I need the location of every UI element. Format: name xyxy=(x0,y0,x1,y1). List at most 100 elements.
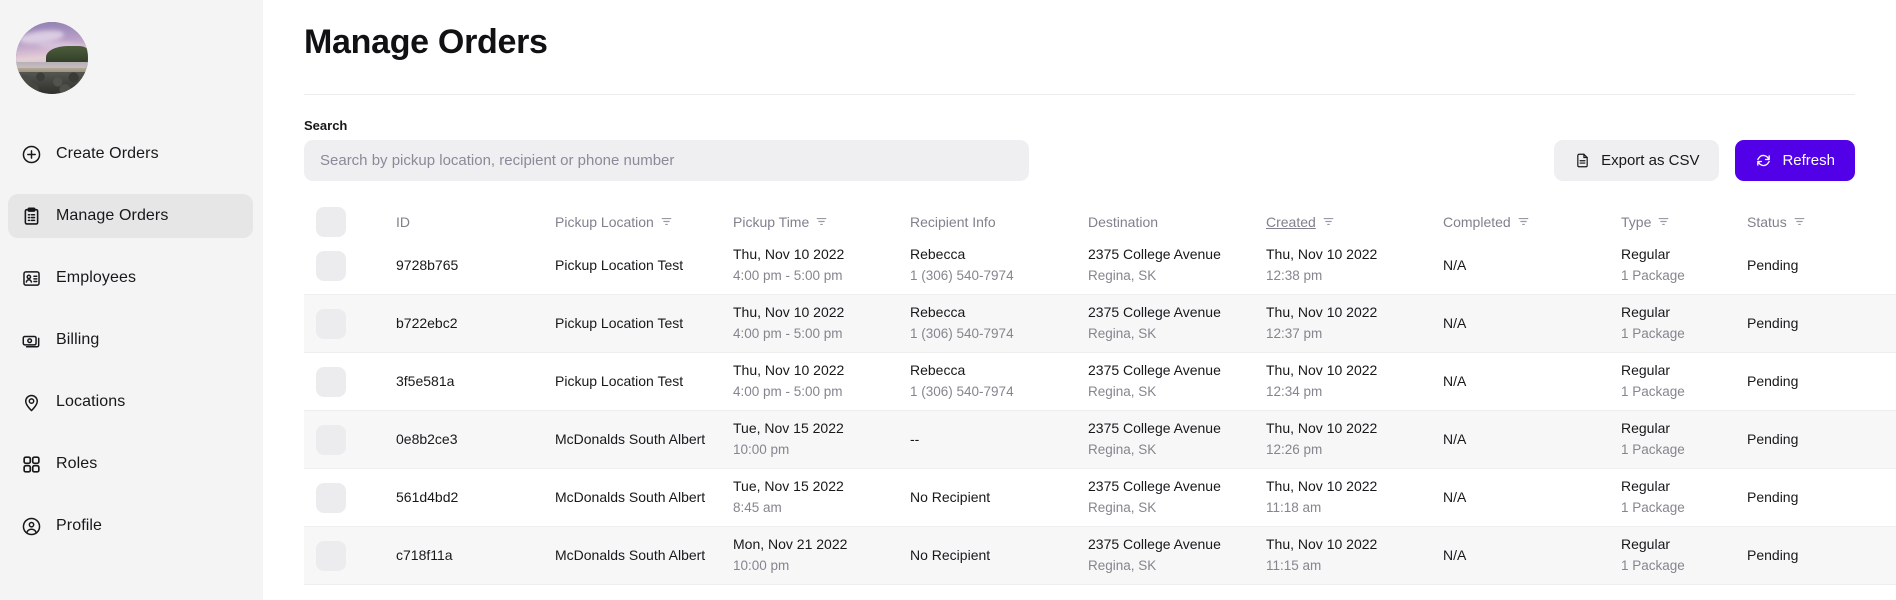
export-as-csv-button[interactable]: Export as CSV xyxy=(1554,140,1720,181)
cell-pickup-time: Tue, Nov 15 2022 10:00 pm xyxy=(733,419,910,459)
column-header-type[interactable]: Type xyxy=(1621,213,1747,232)
cell-destination-primary: 2375 College Avenue xyxy=(1088,304,1221,321)
cell-pickup-time-secondary: 10:00 pm xyxy=(733,442,790,458)
row-select-cell xyxy=(304,308,396,339)
sidebar-item-label: Roles xyxy=(56,455,98,472)
cell-destination-secondary: Regina, SK xyxy=(1088,268,1157,284)
cell-recipient-info: -- xyxy=(910,430,1088,449)
table-row[interactable]: c718f11a McDonalds South Albert Mon, Nov 2… xyxy=(304,527,1896,585)
cell-pickup-time: Thu, Nov 10 2022 4:00 pm - 5:00 pm xyxy=(733,361,910,401)
cell-pickup-location: Pickup Location Test xyxy=(555,372,733,391)
cell-type: Regular 1 Package xyxy=(1621,419,1747,459)
search-input[interactable] xyxy=(304,140,1029,181)
cell-pickup-location: Pickup Location Test xyxy=(555,256,733,275)
filter-icon[interactable] xyxy=(1657,215,1670,228)
cell-destination-secondary: Regina, SK xyxy=(1088,500,1157,516)
filter-icon[interactable] xyxy=(1517,215,1530,228)
row-select-checkbox[interactable] xyxy=(316,424,346,455)
filter-icon[interactable] xyxy=(815,215,828,228)
sidebar-item-label: Employees xyxy=(56,269,137,286)
cell-status-primary: Pending xyxy=(1747,257,1799,274)
avatar[interactable] xyxy=(16,22,88,94)
export-as-csv-label: Export as CSV xyxy=(1601,152,1700,169)
cell-created: Thu, Nov 10 2022 12:26 pm xyxy=(1266,419,1443,459)
column-header-status[interactable]: Status xyxy=(1747,213,1896,232)
cell-pickup-time-secondary: 4:00 pm - 5:00 pm xyxy=(733,384,843,400)
column-header-destination[interactable]: Destination xyxy=(1088,213,1266,232)
table-row[interactable]: 3f5e581a Pickup Location Test Thu, Nov 10 … xyxy=(304,353,1896,411)
sidebar-item-profile[interactable]: Profile xyxy=(8,504,253,548)
cell-pickup-time: Mon, Nov 21 2022 10:00 pm xyxy=(733,535,910,575)
cell-recipient-info-secondary: 1 (306) 540-7974 xyxy=(910,268,1014,284)
cell-type-primary: Regular xyxy=(1621,246,1671,263)
cell-pickup-location-primary: McDonalds South Albert xyxy=(555,547,706,564)
cell-status-primary: Pending xyxy=(1747,489,1799,506)
cell-pickup-location-primary: McDonalds South Albert xyxy=(555,431,706,448)
sidebar: Create Orders Manage Orders Employees Bi… xyxy=(0,0,263,600)
cell-created-secondary: 12:34 pm xyxy=(1266,384,1323,400)
cell-recipient-info: No Recipient xyxy=(910,488,1088,507)
cell-recipient-info-primary: No Recipient xyxy=(910,489,991,506)
cell-type: Regular 1 Package xyxy=(1621,535,1747,575)
column-header-label: Recipient Info xyxy=(910,213,996,230)
column-header-created[interactable]: Created xyxy=(1266,213,1443,232)
sidebar-item-create-orders[interactable]: Create Orders xyxy=(8,132,253,176)
table-row[interactable]: 9728b765 Pickup Location Test Thu, Nov 10 … xyxy=(304,237,1896,295)
map-pin-icon xyxy=(20,391,42,413)
filter-icon[interactable] xyxy=(660,215,673,228)
row-select-checkbox[interactable] xyxy=(316,482,346,513)
filter-icon[interactable] xyxy=(1322,215,1335,228)
column-header-label: Pickup Location xyxy=(555,213,654,230)
column-header-id[interactable]: ID xyxy=(396,213,555,232)
cell-pickup-location-primary: Pickup Location Test xyxy=(555,373,684,390)
column-header-label: ID xyxy=(396,213,410,230)
column-header-pickup-location[interactable]: Pickup Location xyxy=(555,213,733,232)
cell-destination-secondary: Regina, SK xyxy=(1088,558,1157,574)
cell-type: Regular 1 Package xyxy=(1621,303,1747,343)
cell-created-primary: Thu, Nov 10 2022 xyxy=(1266,304,1378,321)
table-row[interactable]: 561d4bd2 McDonalds South Albert Tue, Nov 1… xyxy=(304,469,1896,527)
cell-destination: 2375 College Avenue Regina, SK xyxy=(1088,535,1266,575)
refresh-icon xyxy=(1755,152,1772,169)
sidebar-item-employees[interactable]: Employees xyxy=(8,256,253,300)
row-select-checkbox[interactable] xyxy=(316,366,346,397)
sidebar-item-locations[interactable]: Locations xyxy=(8,380,253,424)
cell-completed-primary: N/A xyxy=(1443,315,1467,332)
cell-pickup-location-primary: McDonalds South Albert xyxy=(555,489,706,506)
column-header-completed[interactable]: Completed xyxy=(1443,213,1621,232)
row-select-checkbox[interactable] xyxy=(316,250,346,281)
cell-status-primary: Pending xyxy=(1747,373,1799,390)
filter-icon[interactable] xyxy=(1793,215,1806,228)
sidebar-item-roles[interactable]: Roles xyxy=(8,442,253,486)
table-row[interactable]: b722ebc2 Pickup Location Test Thu, Nov 10 … xyxy=(304,295,1896,353)
sidebar-nav: Create Orders Manage Orders Employees Bi… xyxy=(0,132,263,548)
sidebar-item-billing[interactable]: Billing xyxy=(8,318,253,362)
cell-id-primary: 0e8b2ce3 xyxy=(396,431,458,448)
column-header-pickup-time[interactable]: Pickup Time xyxy=(733,213,910,232)
cell-id-primary: b722ebc2 xyxy=(396,315,458,332)
cell-id-primary: 9728b765 xyxy=(396,257,459,274)
search-field-group: Search xyxy=(304,118,1029,181)
column-header-label: Created xyxy=(1266,213,1316,230)
refresh-button[interactable]: Refresh xyxy=(1735,140,1855,181)
cell-status: Pending xyxy=(1747,488,1896,507)
cell-created-primary: Thu, Nov 10 2022 xyxy=(1266,362,1378,379)
id-badge-icon xyxy=(20,267,42,289)
row-select-checkbox[interactable] xyxy=(316,308,346,339)
cell-created-secondary: 11:18 am xyxy=(1266,500,1322,516)
cell-recipient-info-secondary: 1 (306) 540-7974 xyxy=(910,384,1014,400)
cell-pickup-location-primary: Pickup Location Test xyxy=(555,257,684,274)
cell-destination-secondary: Regina, SK xyxy=(1088,326,1157,342)
sidebar-item-manage-orders[interactable]: Manage Orders xyxy=(8,194,253,238)
cell-destination-primary: 2375 College Avenue xyxy=(1088,536,1221,553)
table-body: 9728b765 Pickup Location Test Thu, Nov 10 … xyxy=(304,237,1896,585)
select-all-checkbox[interactable] xyxy=(316,207,346,237)
row-select-checkbox[interactable] xyxy=(316,540,346,571)
cell-type-primary: Regular xyxy=(1621,478,1671,495)
cell-status-primary: Pending xyxy=(1747,547,1799,564)
table-row[interactable]: 0e8b2ce3 McDonalds South Albert Tue, Nov 1… xyxy=(304,411,1896,469)
cell-pickup-time-primary: Tue, Nov 15 2022 xyxy=(733,478,844,495)
row-select-cell xyxy=(304,482,396,513)
column-header-recipient-info[interactable]: Recipient Info xyxy=(910,213,1088,232)
cell-pickup-time-primary: Thu, Nov 10 2022 xyxy=(733,304,845,321)
